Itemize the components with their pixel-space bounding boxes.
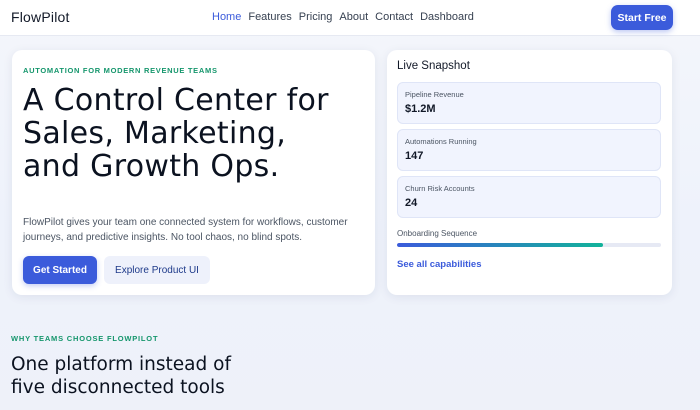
hero-headline-line: Sales, Marketing, (23, 116, 287, 151)
hero-headline-line: and Growth Ops. (23, 149, 280, 184)
stat-value: $1.2M (405, 103, 436, 115)
hero-eyebrow: AUTOMATION FOR MODERN REVENUE TEAMS (23, 66, 218, 75)
get-started-button[interactable]: Get Started (23, 256, 97, 284)
stat-label: Automations Running (405, 137, 477, 146)
start-free-button[interactable]: Start Free (611, 5, 673, 30)
snapshot-title: Live Snapshot (397, 60, 470, 72)
nav-link-about[interactable]: About (339, 11, 368, 23)
nav-link-home[interactable]: Home (212, 11, 241, 23)
onboarding-progress-label: Onboarding Sequence (397, 229, 478, 238)
nav-link-features[interactable]: Features (248, 11, 291, 23)
stat-pipeline-revenue: Pipeline Revenue $1.2M (397, 82, 661, 124)
explore-product-button[interactable]: Explore Product UI (104, 256, 210, 284)
stat-automations-running: Automations Running 147 (397, 129, 661, 171)
stat-label: Pipeline Revenue (405, 90, 464, 99)
onboarding-progress-fill (397, 243, 603, 247)
stat-churn-risk-accounts: Churn Risk Accounts 24 (397, 176, 661, 218)
section-heading-line: One platform instead of (11, 354, 231, 375)
hero-subtext-line: journeys, and predictive insights. No to… (23, 232, 303, 243)
hero-headline: A Control Center for Sales, Marketing, a… (23, 84, 373, 183)
onboarding-progress-bar (397, 243, 661, 247)
nav-link-pricing[interactable]: Pricing (299, 11, 333, 23)
stat-label: Churn Risk Accounts (405, 184, 475, 193)
top-nav: FlowPilot Home Features Pricing About Co… (0, 0, 700, 36)
nav-link-dashboard[interactable]: Dashboard (420, 11, 474, 23)
section-eyebrow: WHY TEAMS CHOOSE FLOWPILOT (11, 334, 159, 343)
hero-subtext: FlowPilot gives your team one connected … (23, 215, 353, 245)
live-snapshot-card: Live Snapshot Pipeline Revenue $1.2M Aut… (387, 50, 672, 295)
stat-value: 24 (405, 197, 418, 209)
section-heading-line: five disconnected tools (11, 377, 225, 398)
section-heading: One platform instead of five disconnecte… (11, 353, 311, 399)
see-all-capabilities-link[interactable]: See all capabilities (397, 259, 482, 270)
hero-subtext-line: FlowPilot gives your team one connected … (23, 217, 348, 228)
nav-link-contact[interactable]: Contact (375, 11, 413, 23)
hero-card: AUTOMATION FOR MODERN REVENUE TEAMS A Co… (12, 50, 375, 295)
brand-logo[interactable]: FlowPilot (11, 9, 70, 25)
nav-menu: Home Features Pricing About Contact Dash… (212, 11, 474, 23)
stat-value: 147 (405, 150, 424, 162)
hero-headline-line: A Control Center for (23, 83, 329, 118)
